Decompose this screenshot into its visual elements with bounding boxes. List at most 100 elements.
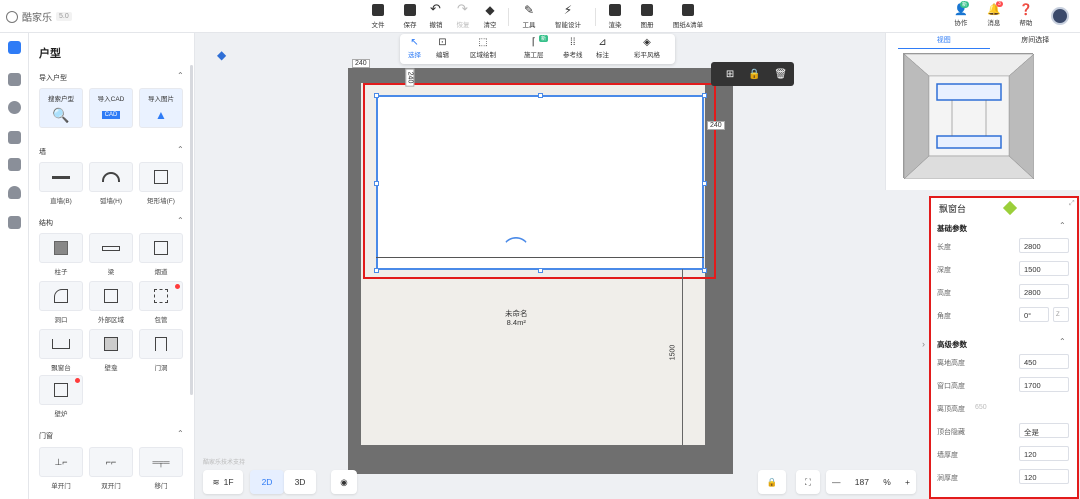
region-tool[interactable]: ⬚ 区域绘制	[470, 37, 496, 59]
3d-preview[interactable]	[903, 53, 1035, 180]
straight-wall-tile[interactable]: 直墙(B)	[39, 162, 83, 205]
view-2d-toggle[interactable]: 2D	[250, 470, 284, 494]
axis-select[interactable]: Z	[1053, 307, 1069, 322]
chevron-up-icon[interactable]: ⌃	[177, 71, 184, 80]
door-opening-tile[interactable]: 门洞	[139, 329, 183, 372]
view-3d-toggle[interactable]: 3D	[284, 470, 316, 494]
zoom-out-button[interactable]: —	[832, 477, 841, 487]
copy-icon[interactable]: ⊞	[726, 69, 734, 80]
delete-icon[interactable]: 🗑	[774, 69, 787, 80]
floor-selector[interactable]: ≋ 1F	[203, 470, 243, 494]
opening-tile[interactable]: 洞口	[39, 281, 83, 324]
resize-handle[interactable]	[538, 268, 543, 273]
chevron-up-icon[interactable]: ⌃	[1059, 221, 1066, 230]
dimension-label[interactable]: 240	[352, 59, 370, 68]
drawings-button[interactable]: 图纸&清单	[668, 4, 708, 29]
search-floorplan-tile[interactable]: 搜索户型 🔍	[39, 88, 83, 131]
lock-canvas-button[interactable]: 🔒	[758, 470, 786, 494]
gallery-button[interactable]: 图册	[632, 4, 662, 29]
select-tool[interactable]: ↖ 选择	[408, 37, 421, 59]
resize-handle[interactable]	[374, 181, 379, 186]
avatar[interactable]	[1051, 7, 1069, 25]
bay-window-tile[interactable]: 飘窗台	[39, 329, 83, 372]
tools-button[interactable]: ✎ 工具	[514, 4, 544, 29]
render-icon	[609, 4, 621, 16]
beam-tile[interactable]: 梁	[89, 233, 133, 276]
room-label[interactable]: 未命名 8.4m²	[505, 309, 528, 327]
chevron-up-icon[interactable]: ⌃	[177, 145, 184, 154]
height-input[interactable]: 2800	[1019, 284, 1069, 299]
fit-view-button[interactable]: ⛶	[796, 470, 820, 494]
compass-icon[interactable]: ◆	[217, 48, 226, 62]
single-door-tile[interactable]: ⊥⌐ 单开门	[39, 447, 83, 490]
rotate-icon[interactable]: ⌒	[505, 231, 527, 263]
chevron-right-icon[interactable]: ›	[922, 339, 925, 349]
floorplan-icon[interactable]	[8, 41, 21, 54]
fireplace-tile[interactable]: 壁炉	[39, 375, 83, 418]
chevron-up-icon[interactable]: ⌃	[177, 429, 184, 438]
messages-button[interactable]: 🔔 消息 3	[987, 1, 1003, 27]
sill-thickness-input[interactable]: 120	[1019, 469, 1069, 484]
flue-tile[interactable]: 烟道	[139, 233, 183, 276]
dimension-label[interactable]: 240	[707, 121, 725, 130]
chevron-up-icon[interactable]: ⌃	[1059, 337, 1066, 346]
zoom-value[interactable]: 187	[855, 477, 869, 487]
resize-handle[interactable]	[702, 268, 707, 273]
top-hide-select[interactable]: 全是	[1019, 423, 1069, 438]
undo-button[interactable]: 撤销	[421, 1, 451, 29]
visibility-button[interactable]: ◉	[331, 470, 357, 494]
tab-view[interactable]: 视图	[898, 33, 990, 49]
niche-tile[interactable]: 壁龛	[89, 329, 133, 372]
column-tile[interactable]: 柱子	[39, 233, 83, 276]
floor-height-input[interactable]: 450	[1019, 354, 1069, 369]
zoom-in-button[interactable]: +	[905, 477, 910, 487]
resize-icon[interactable]: ⤢	[1069, 200, 1075, 208]
hard-decor-icon[interactable]	[8, 73, 21, 86]
import-image-tile[interactable]: 导入图片 ▲	[139, 88, 183, 131]
double-door-tile[interactable]: ⌐⌐ 双开门	[89, 447, 133, 490]
clear-button[interactable]: ◆ 清空	[475, 4, 505, 29]
wrench-icon: ✎	[523, 3, 535, 17]
app-logo[interactable]: 酷家乐 5.0	[6, 9, 72, 24]
new-dot	[75, 378, 80, 383]
design-canvas[interactable]: ◆ ↖ 选择 ⊡ 编辑 ⬚ 区域绘制 ⌈ 施工层 新 ⁞⁞ 参考线 ⊿ 标注 ◈ 彩平风格 ⌒…	[195, 33, 916, 499]
redo-button[interactable]: 恢复	[448, 1, 478, 29]
wall-thickness-input[interactable]: 120	[1019, 446, 1069, 461]
chevron-up-icon[interactable]: ⌃	[177, 216, 184, 225]
pipe-cover-tile[interactable]: 包管	[139, 281, 183, 324]
resize-handle[interactable]	[538, 93, 543, 98]
annotate-tool[interactable]: ⊿ 标注	[596, 37, 609, 59]
tab-room-select[interactable]: 房间选择	[990, 33, 1080, 49]
resize-handle[interactable]	[702, 93, 707, 98]
render-button[interactable]: 渲染	[600, 4, 630, 29]
arc-wall-tile[interactable]: 弧墙(H)	[89, 162, 133, 205]
resize-handle[interactable]	[374, 268, 379, 273]
angle-input[interactable]: 0°	[1019, 307, 1049, 322]
cabinet-icon[interactable]	[8, 216, 21, 229]
edit-tool[interactable]: ⊡ 编辑	[436, 37, 449, 59]
dimension-label[interactable]: 1500	[669, 345, 676, 361]
import-cad-tile[interactable]: 导入CAD CAD	[89, 88, 133, 131]
length-input[interactable]: 2800	[1019, 238, 1069, 253]
window-height-input[interactable]: 1700	[1019, 377, 1069, 392]
lock-icon[interactable]: 🔒	[748, 69, 760, 80]
lighting-icon[interactable]	[8, 101, 21, 114]
rect-wall-tile[interactable]: 矩形墙(F)	[139, 162, 183, 205]
resize-handle[interactable]	[702, 181, 707, 186]
crown-icon[interactable]	[8, 158, 21, 171]
outer-area-tile[interactable]: 外部区域	[89, 281, 133, 324]
style-tool[interactable]: ◈ 彩平风格	[634, 37, 660, 59]
file-button[interactable]: 文件	[363, 4, 393, 29]
reference-tool[interactable]: ⁞⁞ 参考线	[563, 37, 583, 59]
furniture-icon[interactable]	[8, 131, 21, 144]
help-button[interactable]: ❓ 帮助	[1019, 4, 1033, 27]
dimension-label[interactable]: 240	[405, 68, 415, 87]
user-icon[interactable]	[8, 186, 21, 199]
sliding-door-tile[interactable]: ═╤═ 移门	[139, 447, 183, 490]
bay-window-selected[interactable]	[376, 95, 704, 270]
smart-design-button[interactable]: ⚡ 智能设计	[553, 4, 583, 29]
collab-button[interactable]: 👤 协作 新	[954, 1, 970, 27]
panel-scrollbar[interactable]	[190, 65, 193, 395]
depth-input[interactable]: 1500	[1019, 261, 1069, 276]
resize-handle[interactable]	[374, 93, 379, 98]
